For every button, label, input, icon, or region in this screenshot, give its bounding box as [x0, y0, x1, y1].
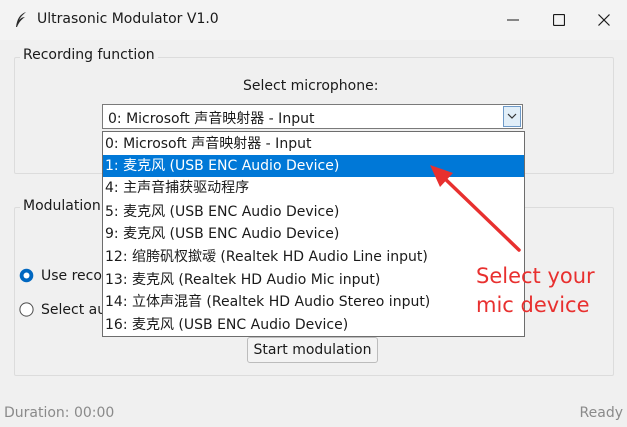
radio-selected-icon[interactable]: [19, 268, 34, 283]
duration-status: Duration: 00:00: [4, 405, 115, 421]
minimize-button[interactable]: [490, 0, 536, 40]
maximize-icon: [553, 14, 565, 26]
recording-group-title: Recording function: [20, 47, 158, 63]
annotation-line-1: Select your: [476, 264, 595, 288]
radio-use-recording-label[interactable]: Use reco: [41, 268, 102, 284]
annotation-text: Select your mic device: [476, 262, 595, 320]
annotation-arrow-icon: [430, 165, 521, 252]
dropdown-item[interactable]: 13: 麦克风 (Realtek HD Audio Mic input): [103, 269, 524, 291]
dropdown-item[interactable]: 14: 立体声混音 (Realtek HD Audio Stereo input…: [103, 291, 524, 313]
chevron-down-icon: [507, 113, 517, 119]
dropdown-item[interactable]: 0: Microsoft 声音映射器 - Input: [103, 133, 524, 155]
select-microphone-label: Select microphone:: [243, 78, 379, 94]
radio-select-audio-label[interactable]: Select au: [41, 302, 106, 318]
window-title: Ultrasonic Modulator V1.0: [37, 11, 219, 27]
minimize-icon: [507, 19, 519, 21]
feather-app-icon: [16, 12, 26, 27]
title-bar: Ultrasonic Modulator V1.0: [0, 0, 627, 40]
annotation-line-2: mic device: [476, 293, 590, 317]
start-modulation-button[interactable]: Start modulation: [247, 337, 378, 363]
radio-unselected-icon[interactable]: [19, 302, 34, 317]
close-icon: [598, 14, 610, 26]
close-button[interactable]: [581, 0, 627, 40]
ready-status: Ready: [579, 405, 623, 421]
combo-dropdown-button[interactable]: [503, 106, 521, 127]
combo-selected-value: 0: Microsoft 声音映射器 - Input: [108, 111, 315, 127]
microphone-combobox[interactable]: 0: Microsoft 声音映射器 - Input: [102, 104, 523, 129]
maximize-button[interactable]: [536, 0, 582, 40]
dropdown-item[interactable]: 16: 麦克风 (USB ENC Audio Device): [103, 314, 524, 336]
modulation-group-title: Modulation: [20, 198, 104, 214]
